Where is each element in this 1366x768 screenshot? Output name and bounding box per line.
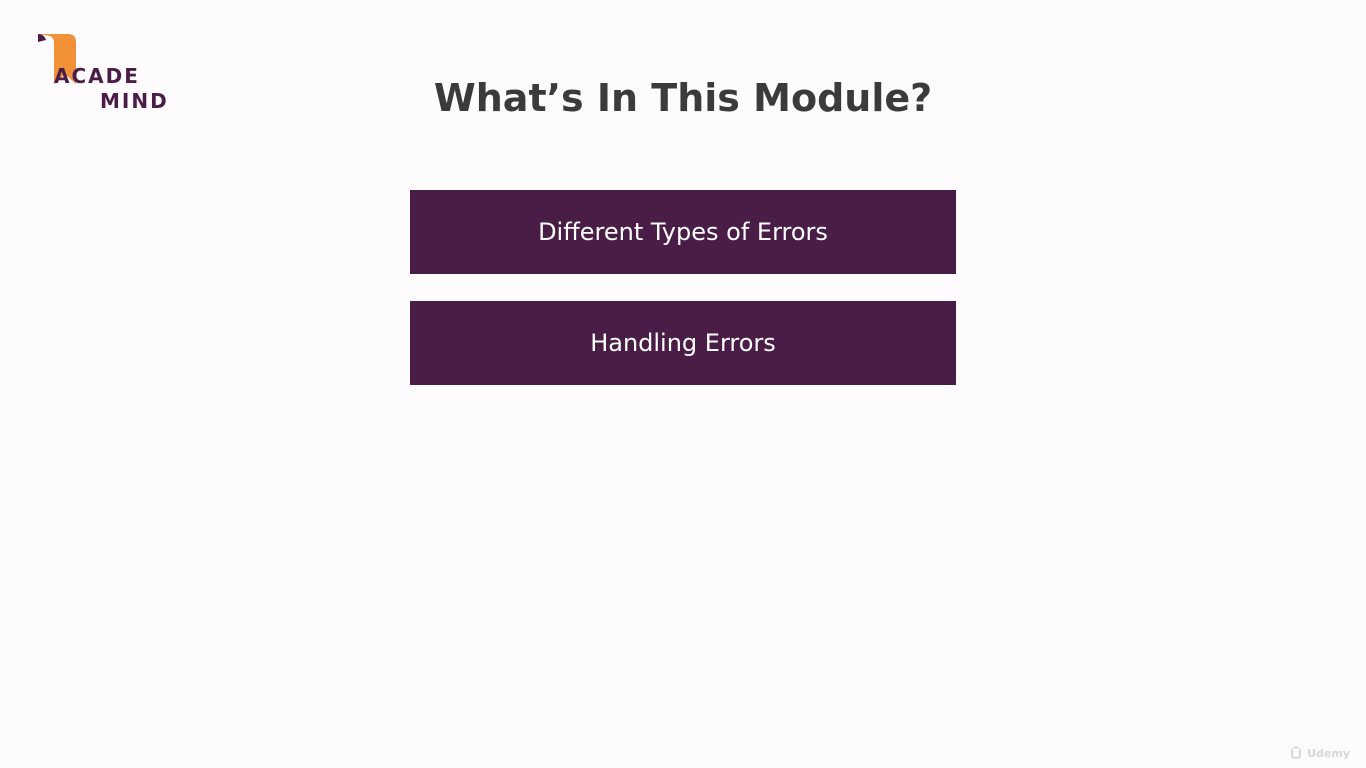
slide-title: What’s In This Module? [433,76,933,120]
slide: ACADE MIND What’s In This Module? Differ… [0,0,1366,768]
udemy-icon [1291,746,1302,760]
watermark-text: Udemy [1307,746,1350,760]
topic-box-handling-errors: Handling Errors [410,301,956,385]
topic-label: Different Types of Errors [538,218,828,246]
topic-label: Handling Errors [590,329,776,357]
udemy-watermark: Udemy [1289,746,1350,760]
topic-box-different-types-of-errors: Different Types of Errors [410,190,956,274]
